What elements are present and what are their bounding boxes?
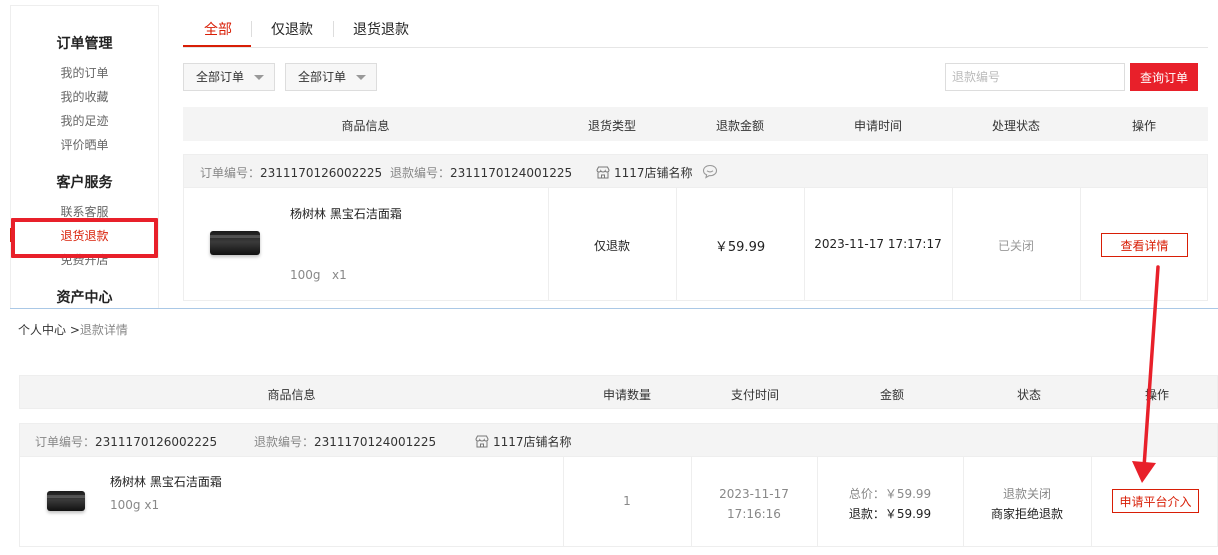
cell-divider bbox=[1091, 457, 1092, 547]
sidebar-item-reviews[interactable]: 评价晒单 bbox=[11, 136, 158, 153]
sidebar-item-favorites[interactable]: 我的收藏 bbox=[11, 88, 158, 105]
order-number-value: 2311170126002225 bbox=[95, 435, 218, 449]
sidebar-item-footprints[interactable]: 我的足迹 bbox=[11, 112, 158, 129]
shop-icon bbox=[475, 435, 489, 448]
order-filter-select-2[interactable]: 全部订单 bbox=[285, 63, 377, 91]
detail-table-header: 商品信息 申请数量 支付时间 金额 状态 操作 bbox=[19, 375, 1218, 409]
select-value: 全部订单 bbox=[298, 70, 347, 84]
order-number: 订单编号：2311170126002225 bbox=[200, 164, 382, 181]
breadcrumb-separator: > bbox=[69, 323, 80, 337]
view-details-button[interactable]: 查看详情 bbox=[1101, 233, 1188, 257]
tab-separator bbox=[251, 21, 252, 37]
annotation-highlight-box bbox=[11, 218, 158, 258]
pay-date: 2023-11-17 bbox=[719, 487, 789, 501]
sidebar-group-assets: 资产中心 bbox=[56, 290, 113, 306]
th-pay-time: 支付时间 bbox=[730, 388, 779, 402]
caret-down-icon bbox=[254, 75, 264, 80]
apply-time: 2023-11-17 17:17:17 bbox=[814, 237, 942, 251]
th-refund-type: 退货类型 bbox=[587, 119, 636, 133]
refund-status: 已关闭 bbox=[997, 239, 1034, 253]
product-spec: 100g x1 bbox=[110, 498, 160, 512]
th-amount: 金额 bbox=[879, 388, 904, 402]
order-number-label: 订单编号： bbox=[35, 435, 96, 449]
status-cell: 退款关闭 商家拒绝退款 bbox=[963, 484, 1091, 524]
refund-closed-status: 退款关闭 bbox=[1002, 487, 1051, 501]
sidebar: 订单管理 我的订单 我的收藏 我的足迹 评价晒单 客户服务 联系客服 退货退款 … bbox=[10, 5, 159, 308]
total-price: 总价：￥59.99 bbox=[817, 484, 963, 504]
list-table-header: 商品信息 退货类型 退款金额 申请时间 处理状态 操作 bbox=[183, 107, 1208, 141]
th-action: 操作 bbox=[1131, 119, 1156, 133]
caret-down-icon bbox=[356, 75, 366, 80]
amount-cell: 总价：￥59.99 退款：￥59.99 bbox=[817, 484, 963, 524]
total-price-label: 总价： bbox=[848, 487, 885, 501]
product-spec-weight: 100g bbox=[290, 268, 321, 282]
refund-type: 仅退款 bbox=[593, 239, 630, 253]
select-value: 全部订单 bbox=[196, 70, 245, 84]
refund-number-value: 2311170124001225 bbox=[450, 166, 573, 180]
product-qty: x1 bbox=[331, 268, 347, 282]
total-price-value: ￥59.99 bbox=[884, 487, 932, 501]
refund-number-label: 退款编号： bbox=[254, 435, 315, 449]
detail-order-item-row: 杨树林 黑宝石洁面霜 100g x1 1 2023-11-17 17:16:16… bbox=[19, 457, 1218, 547]
shop-name: 1117店铺名称 bbox=[614, 166, 693, 180]
screenshot-divider bbox=[10, 308, 1218, 309]
order-number: 订单编号：2311170126002225 bbox=[35, 433, 217, 450]
shop-name: 1117店铺名称 bbox=[493, 435, 572, 449]
cell-divider bbox=[1080, 188, 1081, 301]
product-thumbnail[interactable] bbox=[47, 491, 85, 511]
product-name[interactable]: 杨树林 黑宝石洁面霜 bbox=[290, 205, 402, 222]
breadcrumb: 个人中心 >退款详情 bbox=[18, 321, 128, 338]
th-product-info: 商品信息 bbox=[267, 388, 316, 402]
pay-clock-time: 17:16:16 bbox=[727, 507, 781, 521]
search-orders-button[interactable]: 查询订单 bbox=[1130, 63, 1198, 91]
shop-icon bbox=[596, 166, 610, 179]
tab-refund-only[interactable]: 仅退款 bbox=[271, 19, 313, 39]
breadcrumb-root[interactable]: 个人中心 bbox=[18, 323, 66, 337]
shop-link[interactable]: 1117店铺名称 bbox=[596, 164, 718, 181]
pay-time: 2023-11-17 17:16:16 bbox=[691, 484, 817, 524]
th-status: 处理状态 bbox=[991, 119, 1040, 133]
refund-number-search-input[interactable] bbox=[945, 63, 1125, 91]
product-spec: 100g x1 bbox=[290, 268, 347, 282]
tab-bar: 全部 仅退款 退货退款 bbox=[183, 10, 1208, 48]
th-quantity: 申请数量 bbox=[602, 388, 651, 402]
merchant-rejected-status: 商家拒绝退款 bbox=[990, 507, 1063, 521]
order-number-label: 订单编号： bbox=[200, 166, 261, 180]
th-apply-time: 申请时间 bbox=[853, 119, 902, 133]
refund-price-value: ￥59.99 bbox=[884, 507, 932, 521]
refund-number: 退款编号：2311170124001225 bbox=[390, 164, 572, 181]
list-order-meta-row: 订单编号：2311170126002225 退款编号：2311170124001… bbox=[183, 154, 1208, 188]
tab-separator bbox=[333, 21, 334, 37]
breadcrumb-current: 退款详情 bbox=[79, 323, 128, 337]
product-thumbnail[interactable] bbox=[210, 231, 260, 255]
tab-all[interactable]: 全部 bbox=[204, 19, 232, 39]
refund-price-label: 退款： bbox=[848, 507, 885, 521]
refund-number: 退款编号：2311170124001225 bbox=[254, 433, 436, 450]
refund-amount: ￥59.99 bbox=[714, 240, 766, 255]
refund-price: 退款：￥59.99 bbox=[817, 504, 963, 524]
shop-link[interactable]: 1117店铺名称 bbox=[475, 433, 572, 450]
tab-active-underline bbox=[183, 45, 251, 47]
annotation-arrow-icon bbox=[1132, 265, 1160, 483]
th-status: 状态 bbox=[1016, 388, 1041, 402]
order-number-value: 2311170126002225 bbox=[260, 166, 383, 180]
chat-icon[interactable] bbox=[702, 164, 718, 179]
th-product-info: 商品信息 bbox=[341, 119, 390, 133]
tab-return-refund[interactable]: 退货退款 bbox=[353, 19, 409, 39]
apply-quantity: 1 bbox=[623, 494, 631, 508]
refund-number-value: 2311170124001225 bbox=[314, 435, 437, 449]
detail-order-meta-row: 订单编号：2311170126002225 退款编号：2311170124001… bbox=[19, 423, 1218, 457]
list-order-item-row: 杨树林 黑宝石洁面霜 100g x1 仅退款 ￥59.99 2023-11-17… bbox=[183, 188, 1208, 301]
th-refund-amount: 退款金额 bbox=[715, 119, 764, 133]
order-filter-select-1[interactable]: 全部订单 bbox=[183, 63, 275, 91]
sidebar-group-order-management: 订单管理 bbox=[56, 36, 113, 52]
sidebar-item-my-orders[interactable]: 我的订单 bbox=[11, 64, 158, 81]
refund-number-label: 退款编号： bbox=[390, 166, 451, 180]
product-name[interactable]: 杨树林 黑宝石洁面霜 bbox=[110, 473, 222, 490]
sidebar-group-customer-service: 客户服务 bbox=[56, 175, 113, 191]
